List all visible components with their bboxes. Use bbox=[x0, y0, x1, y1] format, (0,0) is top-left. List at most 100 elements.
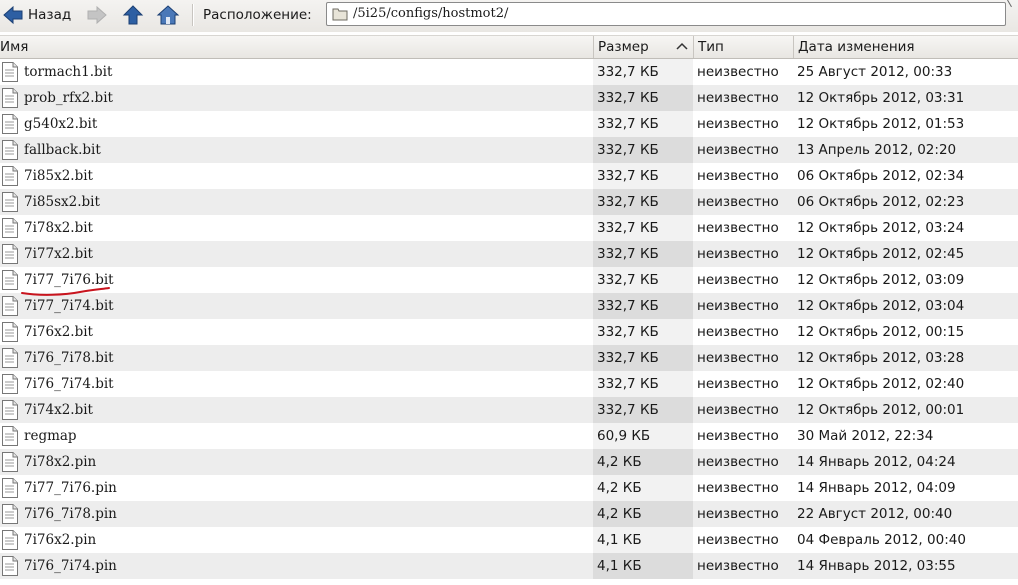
file-row[interactable]: 7i77_7i76.bit 332,7 КБ неизвестно 12 Октябр… bbox=[0, 267, 1018, 293]
file-date: 12 Октябрь 2012, 02:40 bbox=[797, 376, 965, 392]
file-size: 332,7 КБ bbox=[593, 189, 693, 215]
home-button[interactable] bbox=[156, 4, 180, 26]
document-icon bbox=[1, 374, 19, 394]
file-date: 12 Октябрь 2012, 02:45 bbox=[797, 246, 965, 262]
forward-button[interactable] bbox=[86, 4, 108, 26]
file-size: 332,7 КБ bbox=[593, 241, 693, 267]
document-icon bbox=[1, 296, 19, 316]
file-name: 7i76x2.bit bbox=[24, 324, 93, 340]
file-date: 14 Январь 2012, 04:09 bbox=[797, 480, 956, 496]
file-size: 332,7 КБ bbox=[593, 267, 693, 293]
file-name: prob_rfx2.bit bbox=[24, 90, 113, 106]
file-name: 7i76_7i78.bit bbox=[24, 350, 114, 366]
document-icon bbox=[1, 192, 19, 212]
file-row[interactable]: 7i76_7i78.bit 332,7 КБ неизвестно 12 Октябр… bbox=[0, 345, 1018, 371]
file-name: 7i74x2.bit bbox=[24, 402, 93, 418]
window-edge bbox=[1007, 0, 1012, 8]
back-button-label: Назад bbox=[28, 7, 72, 23]
document-icon bbox=[1, 478, 19, 498]
file-size: 332,7 КБ bbox=[593, 371, 693, 397]
file-row[interactable]: 7i76_7i78.pin 4,2 КБ неизвестно 22 Август 2… bbox=[0, 501, 1018, 527]
location-bar[interactable]: /5i25/configs/hostmot2/ bbox=[326, 2, 1006, 26]
back-button[interactable]: Назад bbox=[2, 4, 71, 26]
file-size: 332,7 КБ bbox=[593, 111, 693, 137]
file-row[interactable]: fallback.bit 332,7 КБ неизвестно 13 Апрель … bbox=[0, 137, 1018, 163]
toolbar: Назад Расположение: /5i25/configs/hostmo… bbox=[0, 0, 1018, 32]
file-row[interactable]: 7i76_7i74.pin 4,1 КБ неизвестно 14 Январь 2… bbox=[0, 553, 1018, 579]
file-type: неизвестно bbox=[697, 220, 779, 236]
document-icon bbox=[1, 452, 19, 472]
document-icon bbox=[1, 322, 19, 342]
document-icon bbox=[1, 556, 19, 576]
file-type: неизвестно bbox=[697, 194, 779, 210]
file-type: неизвестно bbox=[697, 324, 779, 340]
file-type: неизвестно bbox=[697, 506, 779, 522]
file-date: 25 Август 2012, 00:33 bbox=[797, 64, 953, 80]
file-row[interactable]: 7i76x2.pin 4,1 КБ неизвестно 04 Февраль 201… bbox=[0, 527, 1018, 553]
file-size: 332,7 КБ bbox=[593, 85, 693, 111]
file-row[interactable]: 7i74x2.bit 332,7 КБ неизвестно 12 Октябрь 2… bbox=[0, 397, 1018, 423]
up-button[interactable] bbox=[122, 4, 144, 26]
home-icon bbox=[156, 5, 180, 25]
file-type: неизвестно bbox=[697, 246, 779, 262]
document-icon bbox=[1, 530, 19, 550]
file-size: 4,2 КБ bbox=[593, 501, 693, 527]
file-date: 14 Январь 2012, 03:55 bbox=[797, 558, 956, 574]
file-date: 13 Апрель 2012, 02:20 bbox=[797, 142, 957, 158]
file-type: неизвестно bbox=[697, 402, 779, 418]
file-name: 7i77_7i74.bit bbox=[24, 298, 114, 314]
file-type: неизвестно bbox=[697, 532, 779, 548]
document-icon bbox=[1, 218, 19, 238]
file-size: 332,7 КБ bbox=[593, 397, 693, 423]
document-icon bbox=[1, 270, 19, 290]
file-date: 12 Октябрь 2012, 03:09 bbox=[797, 272, 965, 288]
file-type: неизвестно bbox=[697, 376, 779, 392]
file-name: 7i77_7i76.bit bbox=[24, 272, 114, 288]
document-icon bbox=[1, 504, 19, 524]
file-row[interactable]: 7i77x2.bit 332,7 КБ неизвестно 12 Октябрь 2… bbox=[0, 241, 1018, 267]
file-row[interactable]: 7i78x2.pin 4,2 КБ неизвестно 14 Январь 2012… bbox=[0, 449, 1018, 475]
file-type: неизвестно bbox=[697, 142, 779, 158]
file-type: неизвестно bbox=[697, 168, 779, 184]
file-row[interactable]: tormach1.bit 332,7 КБ неизвестно 25 Август … bbox=[0, 59, 1018, 85]
toolbar-separator bbox=[192, 4, 194, 26]
file-name: tormach1.bit bbox=[24, 64, 113, 80]
file-row[interactable]: g540x2.bit 332,7 КБ неизвестно 12 Октябрь 2… bbox=[0, 111, 1018, 137]
document-icon bbox=[1, 244, 19, 264]
file-row[interactable]: 7i76_7i74.bit 332,7 КБ неизвестно 12 Октябр… bbox=[0, 371, 1018, 397]
column-size[interactable]: Размер bbox=[593, 36, 693, 58]
column-name[interactable]: Имя bbox=[0, 36, 593, 58]
file-row[interactable]: 7i85sx2.bit 332,7 КБ неизвестно 06 Октябрь … bbox=[0, 189, 1018, 215]
file-type: неизвестно bbox=[697, 116, 779, 132]
file-size: 4,1 КБ bbox=[593, 527, 693, 553]
sort-ascending-icon bbox=[676, 42, 688, 50]
column-size-label: Размер bbox=[598, 39, 649, 55]
file-date: 30 Май 2012, 22:34 bbox=[797, 428, 934, 444]
arrow-left-icon bbox=[3, 5, 23, 25]
file-date: 06 Октябрь 2012, 02:23 bbox=[797, 194, 965, 210]
location-path[interactable]: /5i25/configs/hostmot2/ bbox=[353, 6, 508, 21]
file-type: неизвестно bbox=[697, 272, 779, 288]
document-icon bbox=[1, 400, 19, 420]
file-row[interactable]: 7i77_7i76.pin 4,2 КБ неизвестно 14 Январь 2… bbox=[0, 475, 1018, 501]
file-name: 7i78x2.pin bbox=[24, 454, 97, 470]
location-label: Расположение: bbox=[203, 7, 312, 23]
file-list: tormach1.bit 332,7 КБ неизвестно 25 Август … bbox=[0, 59, 1018, 579]
file-date: 12 Октябрь 2012, 03:24 bbox=[797, 220, 965, 236]
file-row[interactable]: prob_rfx2.bit 332,7 КБ неизвестно 12 Октябр… bbox=[0, 85, 1018, 111]
file-row[interactable]: 7i78x2.bit 332,7 КБ неизвестно 12 Октябрь 2… bbox=[0, 215, 1018, 241]
file-row[interactable]: regmap 60,9 КБ неизвестно 30 Май 2012, 22:3… bbox=[0, 423, 1018, 449]
file-type: неизвестно bbox=[697, 298, 779, 314]
file-row[interactable]: 7i76x2.bit 332,7 КБ неизвестно 12 Октябрь 2… bbox=[0, 319, 1018, 345]
file-date: 12 Октябрь 2012, 03:04 bbox=[797, 298, 965, 314]
column-header: Имя Размер Тип Дата изменения bbox=[0, 35, 1018, 59]
document-icon bbox=[1, 88, 19, 108]
file-row[interactable]: 7i85x2.bit 332,7 КБ неизвестно 06 Октябрь 2… bbox=[0, 163, 1018, 189]
file-date: 12 Октябрь 2012, 03:28 bbox=[797, 350, 965, 366]
column-type[interactable]: Тип bbox=[693, 36, 793, 58]
column-date[interactable]: Дата изменения bbox=[793, 36, 1018, 58]
document-icon bbox=[1, 166, 19, 186]
file-date: 22 Август 2012, 00:40 bbox=[797, 506, 953, 522]
file-row[interactable]: 7i77_7i74.bit 332,7 КБ неизвестно 12 Октябр… bbox=[0, 293, 1018, 319]
file-date: 04 Февраль 2012, 00:40 bbox=[797, 532, 966, 548]
